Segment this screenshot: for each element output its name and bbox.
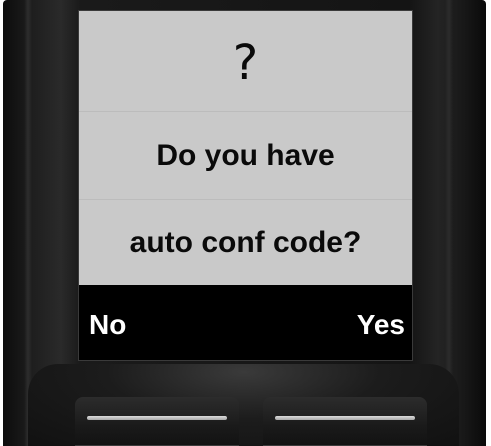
softkey-no-label[interactable]: No <box>89 309 126 341</box>
question-mark-icon: ? <box>232 35 259 91</box>
prompt-line-1: Do you have <box>79 111 412 200</box>
prompt-line-2: auto conf code? <box>79 199 412 286</box>
left-softkey-bar-icon <box>87 416 227 420</box>
softkey-bar: No Yes <box>79 285 412 360</box>
left-softkey-button[interactable] <box>75 397 239 446</box>
softkey-yes-label[interactable]: Yes <box>357 309 405 341</box>
right-softkey-bar-icon <box>275 416 415 420</box>
phone-display-view: ? Do you have auto conf code? No Yes <box>0 0 491 446</box>
right-softkey-button[interactable] <box>263 397 427 446</box>
handset-screen: ? Do you have auto conf code? No Yes <box>79 11 412 360</box>
